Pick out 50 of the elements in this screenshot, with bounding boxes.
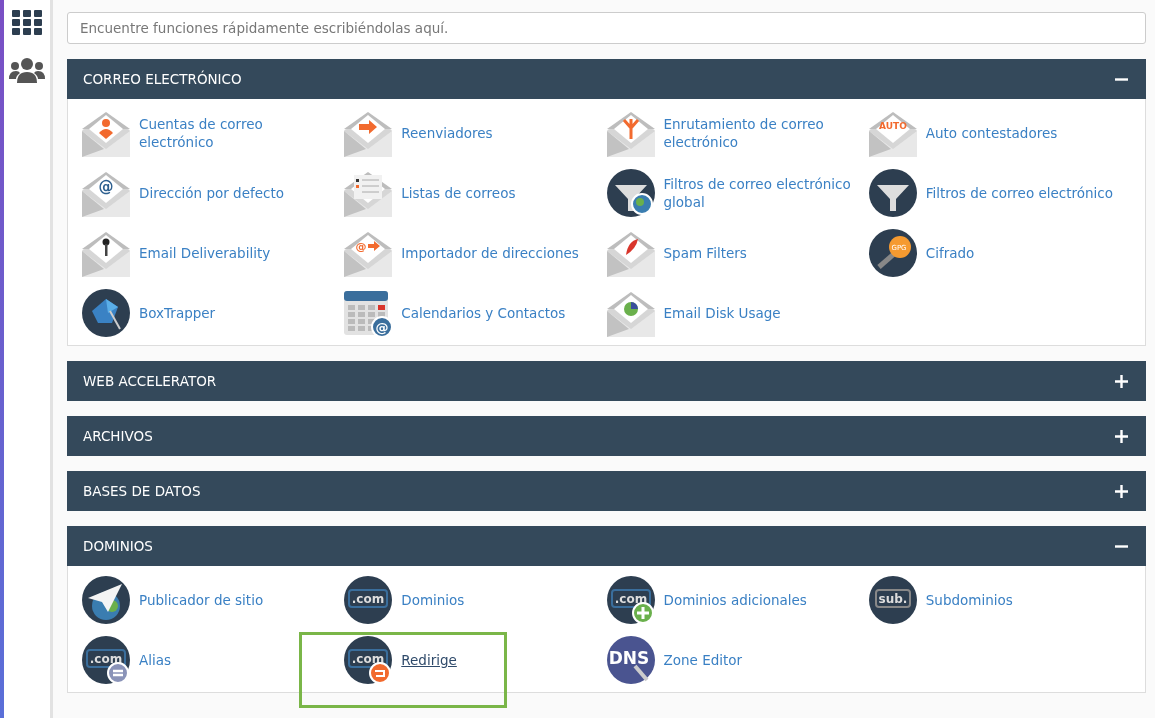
tool-link[interactable]: Cifrado (925, 244, 975, 262)
tool-link[interactable]: Redirige (401, 651, 457, 669)
tool-link[interactable]: Subdominios (925, 591, 1013, 609)
tool-icon[interactable]: .com (344, 636, 393, 684)
tool-link[interactable]: Listas de correos (401, 184, 516, 202)
section-title: CORREO ELECTRÓNICO (83, 71, 242, 87)
tool-icon[interactable] (868, 169, 917, 217)
tool-link[interactable]: Dominios adicionales (663, 591, 807, 609)
section-header[interactable]: DOMINIOS (67, 526, 1146, 566)
tool-link[interactable]: Dominios (401, 591, 465, 609)
section-title: ARCHIVOS (83, 428, 153, 444)
section-header[interactable]: CORREO ELECTRÓNICO (67, 59, 1146, 99)
tool-link[interactable]: Spam Filters (663, 244, 747, 262)
tool-icon[interactable]: .com (344, 576, 393, 624)
section-header[interactable]: BASES DE DATOS (67, 471, 1146, 511)
tool-icon[interactable] (82, 576, 130, 624)
plus-icon[interactable] (1115, 374, 1128, 388)
section-header[interactable]: WEB ACCELERATOR (67, 361, 1146, 401)
tool-icon[interactable] (606, 169, 655, 217)
tool-icon[interactable]: .com (82, 636, 130, 684)
tool-icon[interactable]: .com (606, 576, 655, 624)
section-header[interactable]: ARCHIVOS (67, 416, 1146, 456)
tool-link[interactable]: Zone Editor (663, 651, 743, 669)
tool-link[interactable]: Cuentas de correo electrónico (139, 115, 329, 151)
tool-link[interactable]: Calendarios y Contactos (401, 304, 566, 322)
tool-icon[interactable] (82, 289, 130, 337)
grid-icon[interactable] (12, 10, 42, 35)
search-field[interactable]: Encuentre funciones rápidamente escribiéndolas aquí. (67, 12, 1146, 44)
section-title: WEB ACCELERATOR (83, 373, 217, 389)
tool-link[interactable]: Alias (139, 651, 172, 669)
tool-link[interactable]: Email Deliverability (139, 244, 271, 262)
users-icon[interactable] (9, 57, 45, 83)
tool-link[interactable]: Email Disk Usage (663, 304, 781, 322)
tool-link[interactable]: Importador de direcciones (401, 244, 579, 262)
tool-link[interactable]: Filtros de correo electrónico global (663, 175, 854, 211)
plus-icon[interactable] (1115, 429, 1128, 443)
tool-link[interactable]: BoxTrapper (139, 304, 216, 322)
tool-icon[interactable] (606, 229, 655, 277)
tool-link[interactable]: Enrutamiento de correo electrónico (663, 115, 854, 151)
section-title: BASES DE DATOS (83, 483, 201, 499)
tool-link[interactable]: Auto contestadores (925, 124, 1058, 142)
tool-icon[interactable]: DNS (606, 636, 655, 684)
tool-icon[interactable] (82, 229, 130, 277)
tool-link[interactable]: Reenviadores (401, 124, 493, 142)
tool-icon[interactable]: sub. (868, 576, 917, 624)
section-title: DOMINIOS (83, 538, 153, 554)
tool-link[interactable]: Publicador de sitio (139, 591, 264, 609)
tool-link[interactable]: Dirección por defecto (139, 184, 284, 202)
tool-link[interactable]: Filtros de correo electrónico (925, 184, 1114, 202)
plus-icon[interactable] (1115, 484, 1128, 498)
